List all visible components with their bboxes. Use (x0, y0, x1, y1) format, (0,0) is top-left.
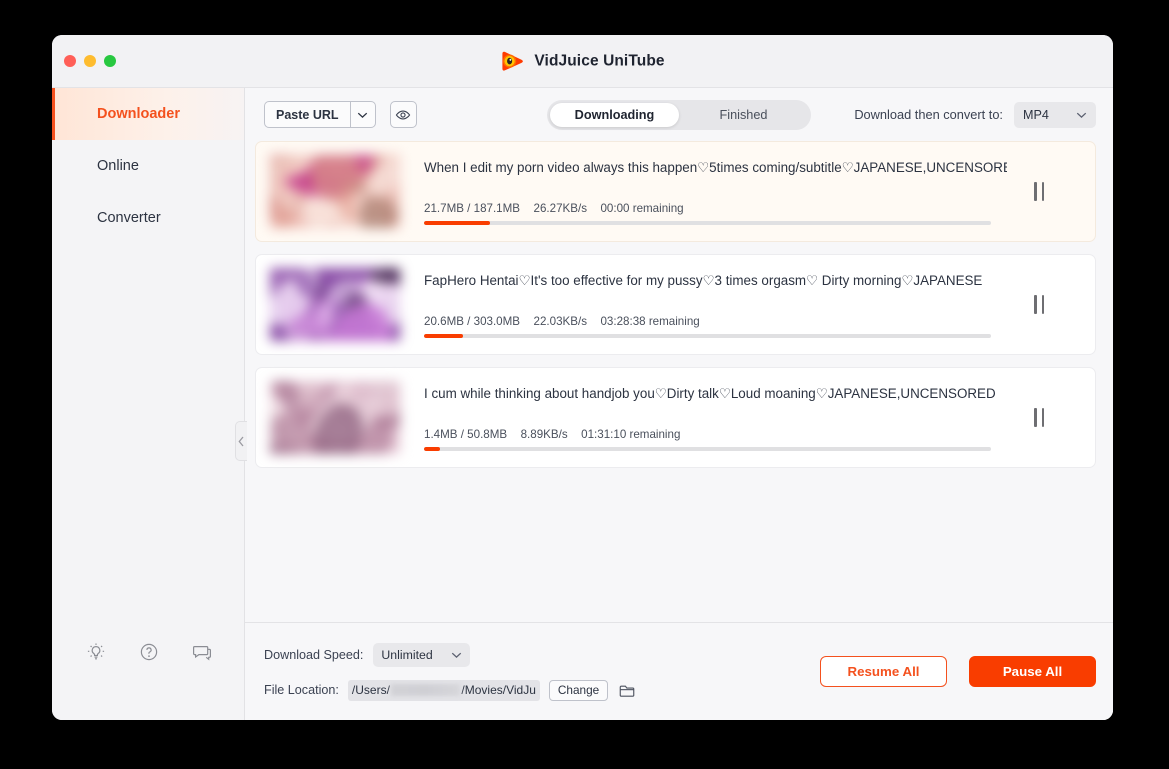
table-row[interactable]: When I edit my porn video always this ha… (255, 141, 1096, 242)
progress-bar (424, 221, 991, 225)
footer-settings: Download Speed: Unlimited File Location:… (264, 642, 635, 701)
pause-download-button[interactable] (1007, 295, 1071, 314)
help-icon[interactable] (139, 642, 159, 662)
download-size: 1.4MB / 50.8MB (424, 428, 508, 441)
progress-bar (424, 334, 991, 338)
convert-format-select[interactable]: MP4 (1014, 101, 1096, 128)
file-location-redacted (390, 684, 461, 696)
app-window: VidJuice UniTube Downloader Online Conve… (52, 35, 1113, 720)
sidebar-item-label: Downloader (97, 106, 180, 122)
download-stats: 20.6MB / 303.0MB 22.03KB/s 03:28:38 rema… (424, 315, 991, 328)
title-bar: VidJuice UniTube (52, 35, 1113, 88)
sidebar: Downloader Online Converter (52, 88, 245, 720)
progress-bar (424, 447, 991, 451)
download-list: When I edit my porn video always this ha… (245, 141, 1113, 622)
paste-url-dropdown-button[interactable] (349, 101, 376, 128)
app-brand: VidJuice UniTube (52, 49, 1113, 74)
download-info: I cum while thinking about handjob you♡D… (400, 381, 1007, 454)
file-location-input[interactable]: /Users/ /Movies/VidJu (347, 679, 540, 701)
video-thumbnail (270, 268, 400, 341)
convert-format-value: MP4 (1023, 107, 1049, 122)
sidebar-item-online[interactable]: Online (52, 140, 244, 192)
file-location-suffix: /Movies/VidJu (461, 683, 536, 697)
resume-all-button[interactable]: Resume All (820, 656, 947, 687)
change-location-button[interactable]: Change (548, 679, 609, 701)
download-title: When I edit my porn video always this ha… (424, 160, 1007, 175)
app-body: Downloader Online Converter Paste URL Do… (52, 88, 1113, 720)
video-thumbnail (270, 155, 400, 228)
app-logo-icon (500, 49, 525, 74)
download-info: FapHero Hentai♡It's too effective for my… (400, 268, 1007, 341)
eye-icon (395, 110, 411, 119)
pause-icon (1034, 295, 1044, 314)
download-speed-select[interactable]: Unlimited (373, 642, 471, 667)
folder-icon[interactable] (619, 683, 635, 698)
download-progress-area: 1.4MB / 50.8MB 8.89KB/s 01:31:10 remaini… (424, 428, 991, 451)
download-title: I cum while thinking about handjob you♡D… (424, 386, 996, 401)
file-location-row: File Location: /Users/ /Movies/VidJu Cha… (264, 679, 635, 701)
download-remaining: 03:28:38 remaining (600, 315, 700, 328)
pause-icon (1034, 182, 1044, 201)
pause-download-button[interactable] (1007, 408, 1071, 427)
download-progress-area: 21.7MB / 187.1MB 26.27KB/s 00:00 remaini… (424, 202, 991, 225)
sidebar-item-label: Converter (97, 210, 161, 226)
chevron-down-icon (357, 112, 368, 118)
app-title: VidJuice UniTube (534, 52, 665, 69)
file-location-label: File Location: (264, 683, 339, 697)
video-thumbnail (270, 381, 400, 454)
sidebar-item-label: Online (97, 158, 139, 174)
download-title: FapHero Hentai♡It's too effective for my… (424, 273, 983, 288)
download-speed: 22.03KB/s (533, 315, 588, 328)
download-stats: 21.7MB / 187.1MB 26.27KB/s 00:00 remaini… (424, 202, 991, 215)
progress-fill (424, 447, 440, 451)
download-progress-area: 20.6MB / 303.0MB 22.03KB/s 03:28:38 rema… (424, 315, 991, 338)
paste-url-button[interactable]: Paste URL (264, 101, 350, 128)
footer-actions: Resume All Pause All (820, 656, 1096, 687)
table-row[interactable]: I cum while thinking about handjob you♡D… (255, 367, 1096, 468)
sidebar-nav: Downloader Online Converter (52, 88, 244, 244)
sidebar-item-converter[interactable]: Converter (52, 192, 244, 244)
table-row[interactable]: FapHero Hentai♡It's too effective for my… (255, 254, 1096, 355)
pause-icon (1034, 408, 1044, 427)
main-panel: Paste URL Downloading Finished Download … (235, 88, 1113, 720)
lightbulb-icon[interactable] (86, 642, 106, 662)
convert-control: Download then convert to: MP4 (854, 101, 1096, 128)
progress-fill (424, 334, 463, 338)
pause-all-button[interactable]: Pause All (969, 656, 1096, 687)
sidebar-collapse-handle[interactable] (235, 421, 247, 461)
footer-bar: Download Speed: Unlimited File Location:… (245, 622, 1113, 720)
download-speed: 26.27KB/s (533, 202, 588, 215)
toolbar: Paste URL Downloading Finished Download … (245, 88, 1113, 141)
download-speed-row: Download Speed: Unlimited (264, 642, 635, 667)
download-size: 20.6MB / 303.0MB (424, 315, 521, 328)
preview-toggle-button[interactable] (389, 101, 417, 128)
chevron-left-icon (238, 436, 244, 446)
chevron-down-icon (1076, 112, 1087, 118)
sidebar-footer (52, 642, 244, 720)
status-tabs: Downloading Finished (547, 99, 811, 130)
download-speed: 8.89KB/s (520, 428, 568, 441)
download-info: When I edit my porn video always this ha… (400, 155, 1007, 228)
download-remaining: 01:31:10 remaining (581, 428, 681, 441)
download-size: 21.7MB / 187.1MB (424, 202, 521, 215)
chevron-down-icon (452, 652, 462, 658)
convert-label: Download then convert to: (854, 107, 1003, 122)
paste-url-group: Paste URL (264, 101, 376, 128)
sidebar-item-downloader[interactable]: Downloader (52, 88, 244, 140)
pause-download-button[interactable] (1007, 182, 1071, 201)
download-speed-label: Download Speed: (264, 647, 364, 662)
feedback-icon[interactable] (192, 642, 212, 662)
download-stats: 1.4MB / 50.8MB 8.89KB/s 01:31:10 remaini… (424, 428, 991, 441)
download-speed-value: Unlimited (381, 647, 433, 662)
tab-finished[interactable]: Finished (679, 103, 808, 127)
file-location-prefix: /Users/ (351, 683, 390, 697)
tab-downloading[interactable]: Downloading (550, 102, 679, 127)
progress-fill (424, 221, 490, 225)
download-remaining: 00:00 remaining (600, 202, 684, 215)
